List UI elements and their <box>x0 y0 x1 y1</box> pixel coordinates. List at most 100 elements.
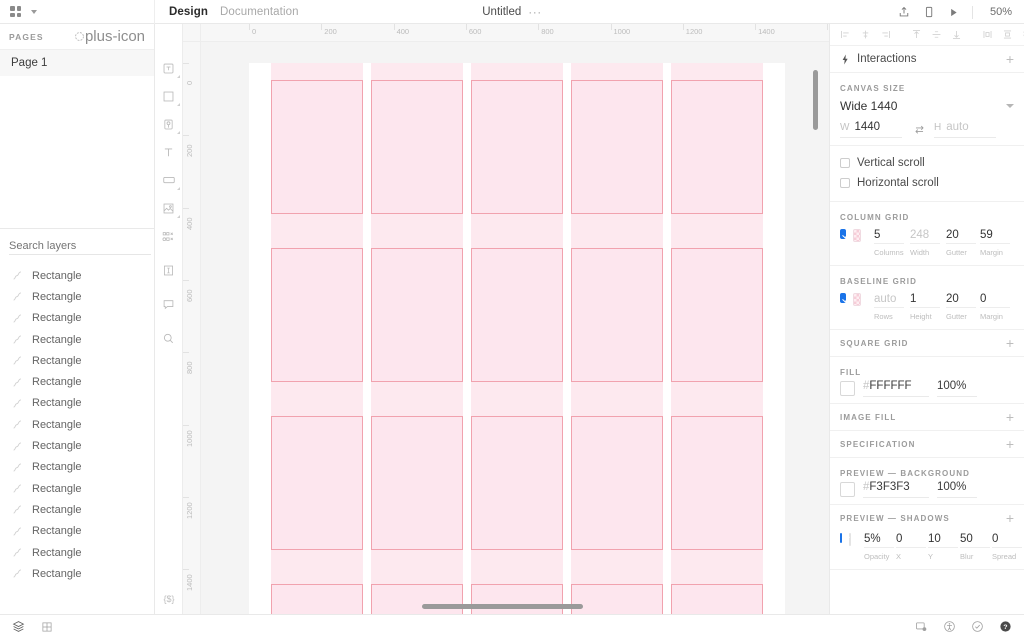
field-value[interactable]: 10 <box>928 533 958 548</box>
align-center-vertical-icon[interactable] <box>931 29 942 40</box>
column-grid-checkbox[interactable] <box>840 229 847 239</box>
canvas-rectangle[interactable] <box>271 416 364 550</box>
device-preview-icon[interactable] <box>923 6 935 18</box>
variables-tool[interactable]: {$} <box>163 594 174 604</box>
list-item[interactable]: Rectangle <box>0 414 154 435</box>
canvas-rectangle[interactable] <box>670 80 763 214</box>
interactions-header[interactable]: Interactions + <box>840 46 1014 72</box>
comment-icon[interactable] <box>155 290 183 318</box>
list-item[interactable]: Rectangle <box>0 265 154 286</box>
canvas-preset-select[interactable]: Wide 1440 <box>840 93 1014 119</box>
align-top-icon[interactable] <box>911 29 922 40</box>
list-item[interactable]: Rectangle <box>0 542 154 563</box>
horizontal-scroll-row[interactable]: Horizontal scroll <box>840 174 1014 192</box>
canvas-rectangle[interactable] <box>670 584 763 614</box>
artboard[interactable] <box>249 63 785 614</box>
input-icon[interactable] <box>155 256 183 284</box>
canvas-rectangle[interactable] <box>570 80 664 214</box>
add-image-fill-button[interactable]: + <box>1006 410 1014 424</box>
field-value[interactable]: 20 <box>946 293 976 308</box>
canvas-rectangle[interactable] <box>470 584 564 614</box>
list-item[interactable]: Rectangle <box>0 286 154 307</box>
check-circle-icon[interactable] <box>971 620 984 633</box>
list-item[interactable]: Rectangle <box>0 521 154 542</box>
canvas-rectangle[interactable] <box>271 80 364 214</box>
horizontal-scroll-checkbox[interactable] <box>840 178 850 188</box>
help-icon[interactable]: ? <box>999 620 1012 633</box>
canvas-rectangle[interactable] <box>470 416 564 550</box>
field-value[interactable]: 0 <box>980 293 1010 308</box>
horizontal-scrollbar[interactable] <box>422 604 583 609</box>
fill-hex-field[interactable]: #FFFFFF <box>863 380 929 397</box>
align-center-horizontal-icon[interactable] <box>860 29 871 40</box>
canvas-rectangle[interactable] <box>570 416 664 550</box>
add-shadow-button[interactable]: + <box>1006 511 1014 525</box>
baseline-grid-checkbox[interactable] <box>840 293 847 303</box>
field-value[interactable]: 1 <box>910 293 940 308</box>
image-icon[interactable] <box>155 194 183 222</box>
search-layers-input[interactable] <box>9 237 151 255</box>
field-value[interactable]: 5 <box>874 229 904 244</box>
field-value[interactable]: 248 <box>910 229 940 244</box>
add-specification-button[interactable]: + <box>1006 437 1014 451</box>
component-icon[interactable] <box>155 110 183 138</box>
list-item[interactable]: Rectangle <box>0 350 154 371</box>
list-item[interactable]: Rectangle <box>0 371 154 392</box>
search-icon[interactable] <box>155 324 183 352</box>
tab-design[interactable]: Design <box>169 6 208 18</box>
vertical-scroll-row[interactable]: Vertical scroll <box>840 154 1014 172</box>
fill-opacity-field[interactable]: 100% <box>937 380 977 397</box>
rectangle-icon[interactable] <box>155 82 183 110</box>
list-item[interactable]: Rectangle <box>0 435 154 456</box>
field-value[interactable]: 20 <box>946 229 976 244</box>
document-more-icon[interactable]: ··· <box>528 6 542 18</box>
field-value[interactable]: 50 <box>960 533 990 548</box>
document-title[interactable]: Untitled <box>482 6 521 18</box>
canvas-rectangle[interactable] <box>370 416 464 550</box>
baseline-grid-color-swatch[interactable] <box>853 293 861 306</box>
field-value[interactable]: 59 <box>980 229 1010 244</box>
align-right-icon[interactable] <box>880 29 891 40</box>
grid-view-icon[interactable] <box>41 621 53 633</box>
list-item[interactable]: Rectangle <box>0 308 154 329</box>
preview-background-opacity[interactable]: 100% <box>937 481 977 498</box>
text-icon[interactable] <box>155 138 183 166</box>
list-item[interactable]: Rectangle <box>0 393 154 414</box>
canvas-area[interactable]: 020040060080010001200140016 020040060080… <box>183 24 829 614</box>
distribute-vertical-icon[interactable] <box>1002 29 1013 40</box>
list-item[interactable]: Rectangle <box>0 563 154 584</box>
swap-dimensions-icon[interactable] <box>914 124 925 135</box>
artboard-icon[interactable] <box>155 54 183 82</box>
chevron-down-icon[interactable] <box>31 9 37 14</box>
canvas-rectangle[interactable] <box>470 80 564 214</box>
vertical-scrollbar[interactable] <box>813 70 818 130</box>
assets-icon[interactable] <box>155 222 183 250</box>
column-grid-color-swatch[interactable] <box>853 229 861 242</box>
preview-shadows-checkbox[interactable] <box>840 533 842 543</box>
page-item-page-1[interactable]: Page 1 <box>0 50 154 76</box>
square-grid-header[interactable]: SQUARE GRID + <box>840 330 1014 356</box>
field-value[interactable]: 5% <box>864 533 894 548</box>
layers-stack-icon[interactable] <box>12 620 25 633</box>
share-icon[interactable] <box>898 6 910 18</box>
canvas-rectangle[interactable] <box>271 248 364 382</box>
specification-header[interactable]: SPECIFICATION + <box>840 431 1014 457</box>
canvas-rectangle[interactable] <box>670 416 763 550</box>
fill-color-swatch[interactable] <box>840 380 855 396</box>
canvas-rectangle[interactable] <box>570 584 664 614</box>
image-fill-header[interactable]: IMAGE FILL + <box>840 404 1014 430</box>
field-value[interactable]: 0 <box>992 533 1022 548</box>
canvas-rectangle[interactable] <box>470 248 564 382</box>
fit-selection-icon[interactable] <box>74 31 85 42</box>
canvas-height-field[interactable]: H auto <box>934 121 996 138</box>
grid-menu-icon[interactable] <box>10 6 21 17</box>
accessibility-icon[interactable] <box>943 620 956 633</box>
align-left-icon[interactable] <box>840 29 851 40</box>
tab-documentation[interactable]: Documentation <box>220 6 299 18</box>
field-value[interactable]: auto <box>874 293 904 308</box>
list-item[interactable]: Rectangle <box>0 329 154 350</box>
list-item[interactable]: Rectangle <box>0 457 154 478</box>
canvas-rectangle[interactable] <box>370 584 464 614</box>
preview-shadows-color-swatch[interactable] <box>849 533 851 546</box>
zoom-level[interactable]: 50% <box>986 6 1012 18</box>
